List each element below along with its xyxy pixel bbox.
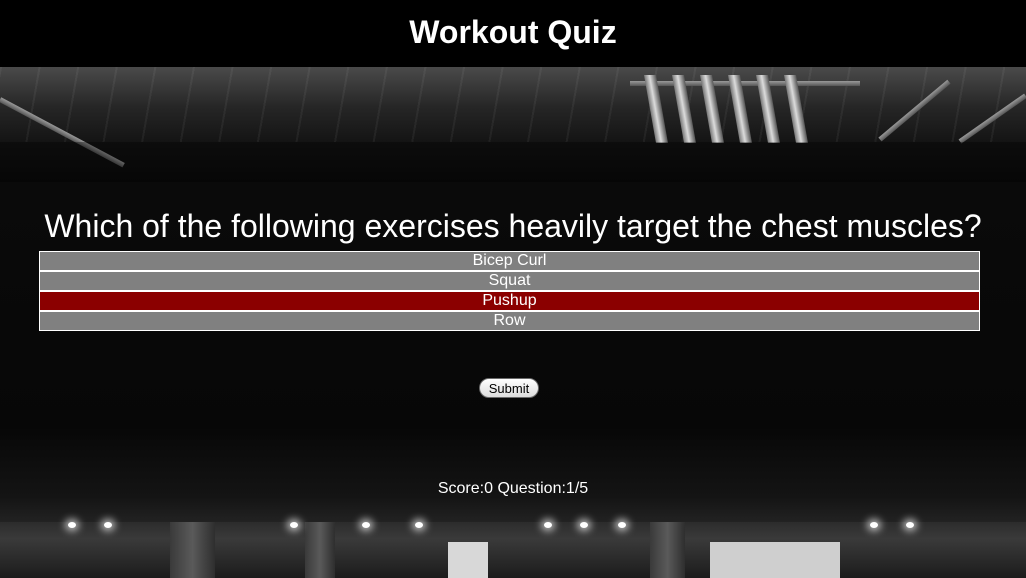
answer-options: Bicep Curl Squat Pushup Row (39, 251, 980, 331)
quiz-page: Workout Quiz Which of the following exer… (0, 0, 1026, 578)
quiz-container: Which of the following exercises heavily… (0, 67, 1026, 578)
quiz-status: Score:0 Question:1/5 (0, 479, 1026, 499)
question-label: Question: (497, 480, 566, 497)
submit-button[interactable]: Submit (479, 378, 539, 398)
answer-option[interactable]: Row (39, 311, 980, 331)
answer-option[interactable]: Squat (39, 271, 980, 291)
score-value: 0 (484, 480, 493, 497)
question-text: Which of the following exercises heavily… (44, 208, 982, 244)
page-header: Workout Quiz (0, 0, 1026, 67)
page-title: Workout Quiz (409, 14, 617, 50)
answer-option[interactable]: Bicep Curl (39, 251, 980, 271)
answer-option[interactable]: Pushup (39, 291, 980, 311)
question-progress: 1/5 (565, 480, 589, 497)
score-label: Score: (437, 480, 485, 497)
